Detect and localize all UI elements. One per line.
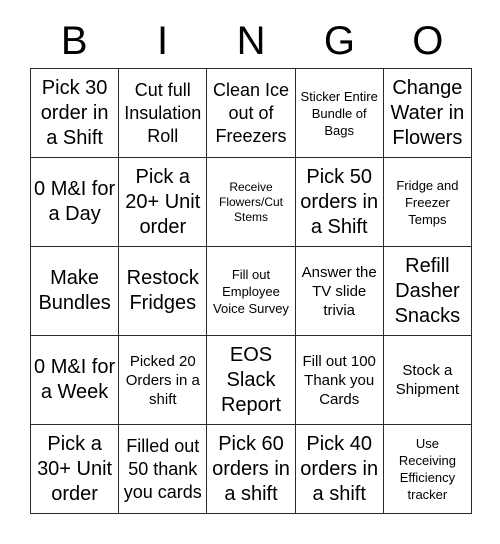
bingo-square[interactable]: Restock Fridges <box>119 247 208 336</box>
bingo-square[interactable]: Make Bundles <box>31 247 120 336</box>
header-letter-i: I <box>157 19 169 63</box>
bingo-square-label: Fill out Employee Voice Survey <box>213 266 289 316</box>
bingo-square[interactable]: Pick 30 order in a Shift <box>31 69 120 158</box>
bingo-square[interactable]: Pick 60 orders in a shift <box>207 425 296 514</box>
bingo-square-label: Use Receiving Efficiency tracker <box>398 436 456 502</box>
bingo-card: B I N G O Pick 30 order in a Shift Cut f… <box>0 0 500 544</box>
bingo-square-label: Receive Flowers/Cut Stems <box>218 179 283 224</box>
bingo-square[interactable]: Use Receiving Efficiency tracker <box>383 425 472 514</box>
bingo-square-label: Pick 60 orders in a shift <box>212 432 290 505</box>
bingo-square-label: Sticker Entire Bundle of Bags <box>300 88 378 138</box>
bingo-square-label: 0 M&I for a Week <box>34 356 116 403</box>
bingo-square-label: Pick 40 orders in a shift <box>300 432 379 505</box>
bingo-square-label: Picked 20 Orders in a shift <box>125 352 200 408</box>
bingo-square[interactable]: 0 M&I for a Day <box>31 158 120 247</box>
bingo-square[interactable]: Clean Ice out of Freezers <box>207 69 296 158</box>
bingo-square[interactable]: Sticker Entire Bundle of Bags <box>295 69 384 158</box>
bingo-square-label: Change Water in Flowers <box>390 76 465 149</box>
bingo-square-label: Answer the TV slide trivia <box>301 263 377 319</box>
bingo-square[interactable]: Picked 20 Orders in a shift <box>119 336 208 425</box>
bingo-square-label: EOS Slack Report <box>220 343 281 416</box>
header-letter-g: G <box>323 19 355 63</box>
bingo-square-label: Pick a 20+ Unit order <box>125 165 201 238</box>
header-letter-b: B <box>60 19 88 63</box>
bingo-header-letters: B I N G O <box>30 14 472 68</box>
bingo-square[interactable]: Pick 50 orders in a Shift <box>295 158 384 247</box>
bingo-grid: Pick 30 order in a Shift Cut full Insula… <box>30 68 472 514</box>
bingo-square-label: Make Bundles <box>38 267 111 314</box>
bingo-square[interactable]: Pick a 20+ Unit order <box>119 158 208 247</box>
bingo-square[interactable]: Filled out 50 thank you cards <box>119 425 208 514</box>
bingo-square[interactable]: Refill Dasher Snacks <box>383 247 472 336</box>
bingo-square[interactable]: 0 M&I for a Week <box>31 336 120 425</box>
bingo-square[interactable]: Fill out Employee Voice Survey <box>207 247 296 336</box>
bingo-square-label: Fridge and Freezer Temps <box>396 177 459 227</box>
bingo-square[interactable]: EOS Slack Report <box>207 336 296 425</box>
bingo-square-label: Fill out 100 Thank you Cards <box>302 352 376 408</box>
bingo-square-label: Clean Ice out of Freezers <box>212 79 290 146</box>
bingo-square[interactable]: Pick 40 orders in a shift <box>295 425 384 514</box>
bingo-square[interactable]: Fill out 100 Thank you Cards <box>295 336 384 425</box>
bingo-square[interactable]: Change Water in Flowers <box>383 69 472 158</box>
bingo-square-label: Pick 30 order in a Shift <box>40 76 109 149</box>
bingo-square[interactable]: Receive Flowers/Cut Stems <box>207 158 296 247</box>
bingo-square-label: Pick a 30+ Unit order <box>37 432 113 505</box>
bingo-square-label: Refill Dasher Snacks <box>394 254 461 327</box>
bingo-square[interactable]: Pick a 30+ Unit order <box>31 425 120 514</box>
header-letter-n: N <box>236 19 266 63</box>
bingo-square-label: Filled out 50 thank you cards <box>123 435 202 502</box>
bingo-square-label: Stock a Shipment <box>395 362 460 398</box>
bingo-square-label: Restock Fridges <box>126 267 199 314</box>
bingo-square[interactable]: Stock a Shipment <box>383 336 472 425</box>
bingo-square[interactable]: Answer the TV slide trivia <box>295 247 384 336</box>
bingo-square[interactable]: Fridge and Freezer Temps <box>383 158 472 247</box>
bingo-square-label: Cut full Insulation Roll <box>124 79 202 146</box>
bingo-square[interactable]: Cut full Insulation Roll <box>119 69 208 158</box>
bingo-square-label: Pick 50 orders in a Shift <box>300 165 379 238</box>
bingo-square-label: 0 M&I for a Day <box>34 178 116 225</box>
header-letter-o: O <box>412 19 444 63</box>
